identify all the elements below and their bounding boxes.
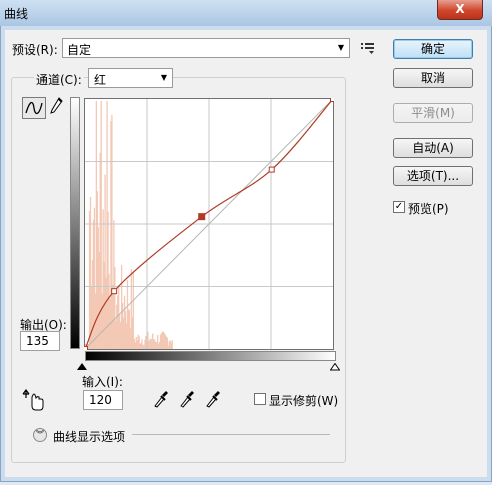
output-gradient-bar — [70, 97, 80, 349]
control-point[interactable] — [268, 166, 275, 173]
preview-checkbox[interactable]: ✓ — [393, 201, 405, 213]
preset-value: 自定 — [67, 43, 92, 57]
input-gradient-bar — [85, 351, 336, 361]
channel-value: 红 — [94, 73, 107, 87]
histogram-bar — [171, 340, 173, 349]
options-button[interactable]: 选项(T)... — [393, 166, 473, 186]
cancel-button[interactable]: 取消 — [393, 68, 473, 88]
output-value: 135 — [26, 334, 49, 348]
preset-label: 预设(R): — [12, 43, 58, 57]
target-adjust-icon[interactable] — [22, 389, 46, 411]
expand-chevron-icon[interactable]: ︾ — [33, 428, 47, 442]
divider — [132, 434, 330, 435]
curve-display-options-label[interactable]: 曲线显示选项 — [53, 428, 125, 445]
close-button[interactable]: X — [437, 0, 483, 20]
curve-graph[interactable] — [84, 98, 334, 350]
input-value: 120 — [89, 393, 112, 407]
channel-label: 通道(C): — [34, 71, 84, 88]
auto-button[interactable]: 自动(A) — [393, 138, 473, 158]
histogram-bar — [132, 272, 134, 349]
white-point-slider[interactable] — [330, 363, 340, 371]
control-point[interactable] — [84, 346, 88, 351]
white-eyedropper-icon[interactable] — [205, 390, 221, 408]
chevron-down-icon: ▼ — [160, 73, 167, 82]
window-title: 曲线 — [4, 7, 29, 21]
ok-button[interactable]: 确定 — [393, 39, 473, 59]
selected-control-point[interactable] — [198, 213, 206, 221]
gray-eyedropper-icon[interactable] — [179, 390, 195, 408]
channel-select[interactable]: 红 ▼ — [88, 68, 173, 88]
title-bar: 曲线 X — [0, 0, 492, 26]
output-field[interactable]: 135 — [20, 331, 60, 351]
show-clipping-label: 显示修剪(W) — [269, 394, 339, 408]
curve-tool-button[interactable] — [22, 97, 46, 119]
control-point[interactable] — [111, 288, 118, 295]
preset-select[interactable]: 自定 ▼ — [62, 38, 350, 58]
input-field[interactable]: 120 — [83, 390, 123, 410]
smooth-button[interactable]: 平滑(M) — [393, 103, 473, 123]
curve-tool-icon — [25, 101, 43, 115]
pencil-icon[interactable] — [49, 97, 63, 117]
black-eyedropper-icon[interactable] — [153, 390, 169, 408]
chevron-down-icon: ▼ — [337, 43, 344, 52]
control-point[interactable] — [330, 98, 335, 102]
black-point-slider[interactable] — [77, 363, 87, 371]
input-label: 输入(I): — [82, 375, 123, 389]
preset-options-icon[interactable] — [361, 42, 375, 54]
preview-label: 预览(P) — [408, 202, 449, 216]
show-clipping-checkbox[interactable] — [254, 393, 266, 405]
